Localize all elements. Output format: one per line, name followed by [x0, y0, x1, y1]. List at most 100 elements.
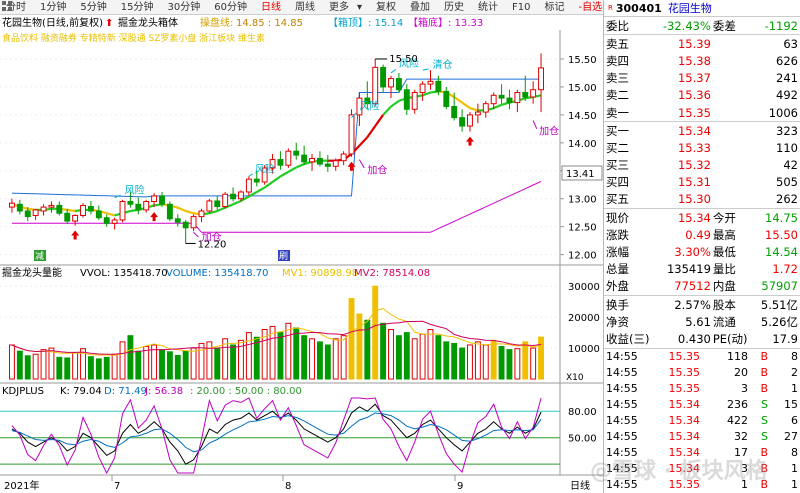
candle-body — [324, 163, 331, 167]
stat-row: 涨跌 0.49 最高 15.50 — [604, 226, 800, 243]
opline-values: 14.85 : 14.85 — [236, 18, 303, 29]
ma-segment — [67, 208, 76, 213]
tab-15min[interactable]: 15分钟 — [117, 0, 158, 15]
candle-body — [245, 178, 252, 193]
tab-5min[interactable]: 5分钟 — [76, 0, 110, 15]
annotation-label: 清仓 — [433, 58, 453, 71]
volume-bar — [459, 347, 466, 380]
bid-row-2[interactable]: 买二 15.33 110 — [604, 139, 800, 156]
tab-1min[interactable]: 1分钟 — [36, 0, 70, 15]
stat-label: 内盘 — [712, 279, 736, 294]
candle-body — [230, 193, 237, 200]
ask-row-4-volume: 626 — [776, 53, 798, 68]
volume-bar — [127, 335, 134, 380]
x-axis-period: 日线 — [570, 479, 590, 492]
box-bottom-value: : 13.33 — [448, 18, 483, 29]
tab-timeshare[interactable]: 分时 — [2, 0, 30, 15]
candle-body — [151, 195, 158, 203]
stat-value: 15.50 — [765, 227, 798, 242]
stat-label: 总量 — [606, 262, 629, 277]
bid-row-5-price: 15.30 — [677, 192, 711, 207]
restore-rights-button[interactable]: 复权 — [372, 0, 400, 15]
stat-value: 14.54 — [765, 245, 798, 260]
mark-button[interactable]: 标记 — [540, 0, 568, 15]
f10-button[interactable]: F10 — [508, 0, 534, 15]
fundamental-value: 0.430 — [677, 331, 711, 346]
weibi-label: 委比 — [606, 18, 629, 33]
stat-row: 现价 15.34 今开 14.75 — [604, 209, 800, 226]
bid-row-4[interactable]: 买四 15.31 505 — [604, 174, 800, 191]
more-dropdown-icon[interactable]: ▾ — [353, 0, 366, 15]
bid-row-3-label: 买三 — [606, 158, 629, 173]
main-title: 花园生物(日线,前复权) — [2, 16, 103, 29]
tick-cell: 15.35 — [668, 366, 701, 380]
box-bottom-label: 【箱底】 — [408, 16, 448, 29]
ask-row-2-volume: 492 — [776, 88, 798, 103]
statistics-button[interactable]: 统计 — [474, 0, 502, 15]
ask-row-4[interactable]: 卖四 15.38 626 — [604, 52, 800, 69]
ask-row-2-price: 15.36 — [677, 88, 711, 103]
tab-60min[interactable]: 60分钟 — [210, 0, 251, 15]
mv2-value: MV2: 78514.08 — [354, 268, 430, 279]
bid-row-3[interactable]: 买三 15.32 42 — [604, 157, 800, 174]
ask-row-3-label: 卖三 — [606, 71, 629, 86]
kdj-title: KDJPLUS — [2, 386, 44, 397]
candle-body — [411, 92, 418, 110]
x-axis-august: 8 — [285, 481, 291, 492]
overlay-button[interactable]: 叠加 — [406, 0, 434, 15]
volume-bar — [135, 350, 142, 380]
stat-value: 15.34 — [677, 210, 711, 225]
candle-body — [222, 193, 229, 208]
bid-row-3-price: 15.32 — [677, 158, 711, 173]
volume-bar — [514, 348, 521, 380]
stock-name: 花园生物 — [667, 2, 712, 15]
x-axis-july: 7 — [114, 481, 120, 492]
expand-arrow-icon[interactable]: ⬆ — [105, 18, 113, 29]
volume-bar — [277, 332, 284, 380]
candle-body — [87, 206, 94, 212]
candle-body — [253, 178, 260, 183]
bid-row-4-price: 15.31 — [677, 175, 711, 190]
history-button[interactable]: 历史 — [440, 0, 468, 15]
weicha-label: 委差 — [712, 18, 736, 33]
candle-body — [467, 114, 473, 127]
candle-body — [127, 201, 134, 205]
marker-reduce: 减 — [35, 250, 44, 262]
candle-body — [348, 114, 355, 155]
ask-row-2[interactable]: 卖二 15.36 492 — [604, 87, 800, 104]
ask-row-5[interactable]: 卖五 15.39 63 — [604, 35, 800, 52]
stat-label: 涨幅 — [606, 245, 629, 260]
tab-30min[interactable]: 30分钟 — [163, 0, 204, 15]
candle-body — [48, 204, 55, 208]
tick-row: 14:55 15.35 3 B 1 — [604, 381, 800, 397]
volume-tick-label: 10000 — [568, 344, 600, 355]
tick-cell: 1 — [791, 462, 798, 476]
price-tick-label: 15.00 — [568, 83, 597, 94]
tab-more[interactable]: 更多 — [325, 0, 353, 15]
volume-bar — [316, 341, 323, 380]
volume-bar — [348, 298, 355, 380]
ask-row-1[interactable]: 卖一 15.35 1006 — [604, 104, 800, 121]
annotation-label: 风险 — [125, 184, 145, 197]
weicha-value: -1192 — [764, 18, 798, 33]
volume-bar — [443, 341, 450, 380]
tick-cell: 1 — [791, 382, 798, 396]
volume-bar — [32, 353, 39, 380]
volume-bar — [340, 335, 347, 380]
tab-daily[interactable]: 日线 — [257, 0, 285, 15]
candle-body — [143, 201, 150, 211]
kline-chart[interactable]: 花园生物(日线,前复权) ⬆ 掘金龙头箱体 操盘线: 14.85 : 14.85… — [0, 15, 603, 493]
candle-body — [443, 90, 450, 107]
stat-row: 总量 135419 量比 1.72 — [604, 261, 800, 278]
tick-row: 14:55 15.35 20 B 2 — [604, 365, 800, 381]
tick-cell: 118 — [727, 350, 748, 364]
volume-bar — [490, 339, 497, 380]
ask-row-3[interactable]: 卖三 15.37 241 — [604, 70, 800, 87]
tab-weekly[interactable]: 周线 — [291, 0, 319, 15]
tick-row: 14:55 15.35 118 B 8 — [604, 349, 800, 365]
add-watchlist-button[interactable]: -自选 — [574, 0, 606, 15]
stat-value: 135419 — [666, 262, 711, 277]
bid-row-1[interactable]: 买一 15.34 323 — [604, 122, 800, 139]
stat-value: 14.75 — [765, 210, 798, 225]
bid-row-5[interactable]: 买五 15.30 262 — [604, 191, 800, 208]
